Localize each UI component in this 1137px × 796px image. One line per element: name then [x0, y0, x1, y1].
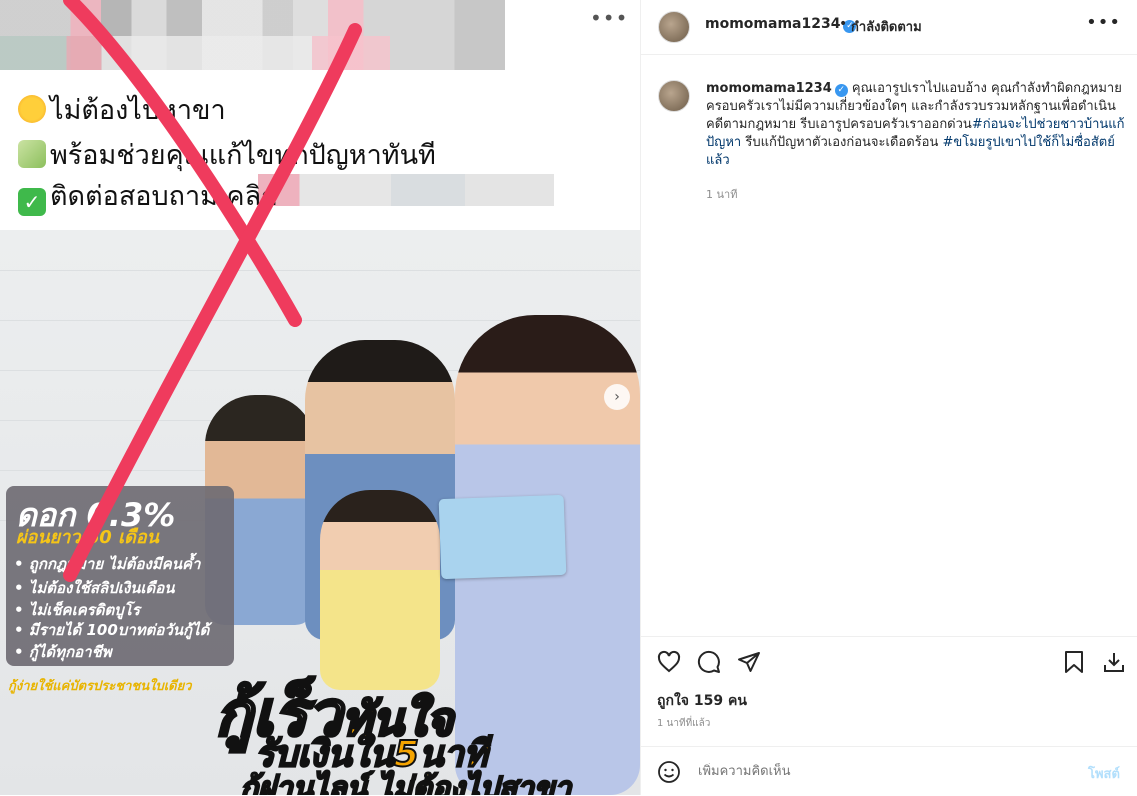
post-timestamp[interactable]: 1 นาทีที่แล้ว	[657, 716, 710, 731]
rate-footer: กู้ง่ายใช้แค่บัตรประชาชนใบเดียว	[8, 679, 192, 694]
post-media[interactable]: ไม่ต้องไปหาขา พร้อมช่วยคุณแก้ไขทุกปัญหาท…	[0, 0, 640, 795]
rate-subtitle: ผ่อนยาว 60 เดือน	[16, 527, 159, 548]
caption-username[interactable]: momomama1234	[706, 81, 832, 96]
person-child	[320, 490, 440, 690]
headline-third-a: กู้ผ่านไลน์	[239, 770, 378, 795]
header-username-text[interactable]: momomama1234	[705, 16, 840, 32]
verified-badge-icon: ✓	[834, 84, 848, 97]
header-dot: •	[839, 16, 848, 32]
media-line-1: ไม่ต้องไปหาขา	[18, 88, 226, 131]
emoji-icon[interactable]	[657, 760, 681, 784]
post-header: momomama1234 ✓ • กำลังติดตาม •••	[641, 0, 1137, 55]
media-line-1-text: ไม่ต้องไปหาขา	[50, 95, 226, 126]
rate-item: • มีรายได้ 100บาทต่อวันกู้ได้	[14, 621, 210, 639]
comment-icon[interactable]	[697, 650, 721, 674]
more-options-icon[interactable]: •••	[1086, 12, 1121, 33]
caption-text: รีบแก้ปัญหาตัวเองก่อนจะเดือดร้อน	[741, 135, 943, 150]
media-line-3: ✓ ติดต่อสอบถาม คลิก	[18, 174, 278, 217]
header-username[interactable]: momomama1234 ✓	[705, 16, 857, 33]
media-line-2-text: พร้อมช่วยคุณแก้ไขทุกปัญหาทันที	[50, 140, 436, 171]
heart-icon[interactable]	[657, 650, 681, 674]
headline-third: กู้ผ่านไลน์ ไม่ต้องไปสาขา	[239, 765, 573, 795]
following-button[interactable]: กำลังติดตาม	[851, 16, 922, 37]
share-icon[interactable]	[737, 650, 761, 674]
check-mark-button-emoji-icon: ✓	[18, 188, 46, 216]
likes-count[interactable]: ถูกใจ 159 คน	[657, 690, 747, 712]
avatar[interactable]	[658, 11, 690, 43]
pixelated-blur	[258, 174, 554, 206]
rate-item: • ไม่ต้องใช้สลิปเงินเดือน	[14, 579, 175, 597]
headline-third-b: ไม่ต้องไปสาขา	[377, 770, 573, 795]
caption: momomama1234 ✓ คุณเอารูปเราไปแอบอ้าง คุณก…	[706, 80, 1126, 170]
id-card-image	[438, 494, 567, 580]
caption-avatar[interactable]	[658, 80, 690, 112]
bookmark-icon[interactable]	[1062, 650, 1086, 674]
caption-time[interactable]: 1 นาที	[706, 185, 737, 203]
rate-item: • ถูกกฎหมาย ไม่ต้องมีคนค้ำ	[14, 555, 201, 573]
post-comment-button[interactable]: โพสต์	[1088, 763, 1120, 784]
pane-divider	[640, 0, 641, 795]
smiling-hearts-emoji-icon	[18, 95, 46, 123]
media-more-icon[interactable]: •••	[590, 6, 628, 30]
chevron-right-icon[interactable]: ›	[604, 384, 630, 410]
actions-divider	[641, 636, 1137, 637]
comment-input[interactable]	[696, 763, 1060, 780]
media-line-2: พร้อมช่วยคุณแก้ไขทุกปัญหาทันที	[18, 133, 436, 176]
media-text-panel: ไม่ต้องไปหาขา พร้อมช่วยคุณแก้ไขทุกปัญหาท…	[0, 0, 640, 230]
media-line-3-text: ติดต่อสอบถาม คลิก	[50, 181, 278, 212]
pixelated-blur	[0, 36, 390, 70]
rate-item: • กู้ได้ทุกอาชีพ	[14, 643, 112, 661]
download-icon[interactable]	[1102, 650, 1126, 674]
money-wings-emoji-icon	[18, 140, 46, 168]
